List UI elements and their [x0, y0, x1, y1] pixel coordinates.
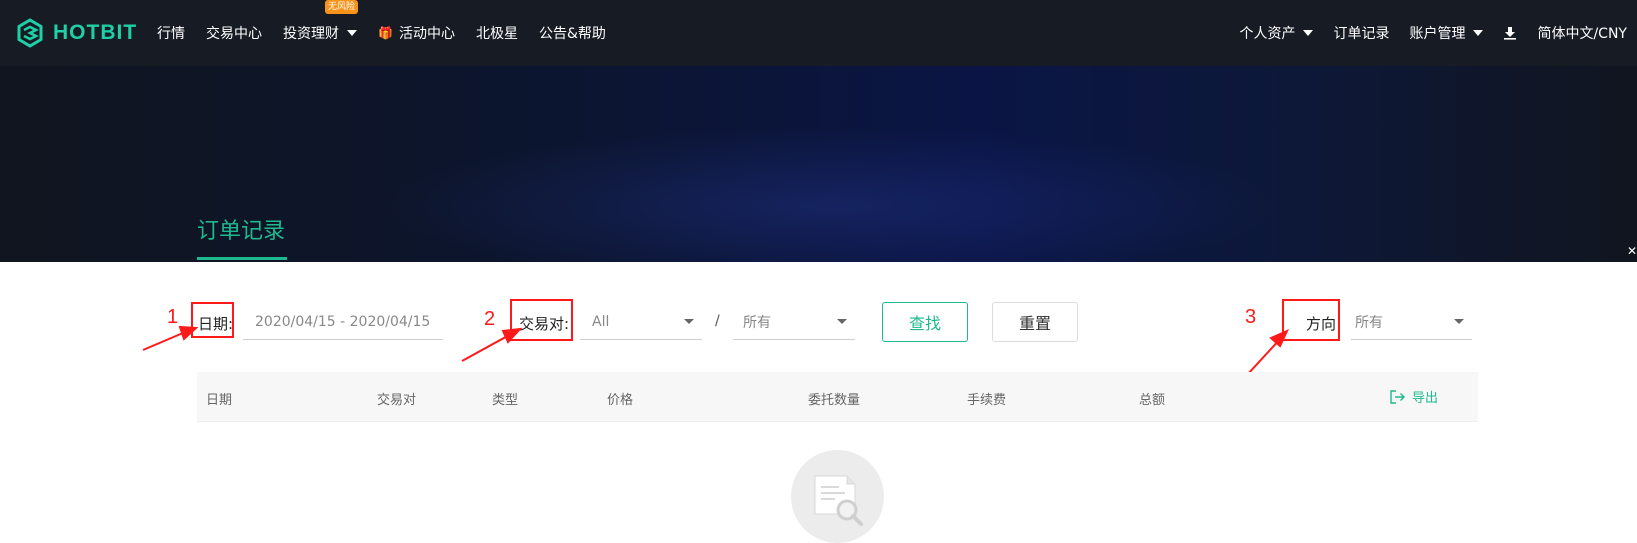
col-trading-pair: 交易对	[377, 393, 417, 408]
annotation-box-3	[1282, 299, 1340, 341]
annotation-number-3: 3	[1245, 306, 1257, 328]
nav-investment-label: 投资理财	[283, 26, 339, 42]
annotation-arrow-1	[142, 329, 191, 351]
page-banner: 订单记录 ✕	[0, 66, 1637, 262]
nav-activity-center-label: 活动中心	[398, 26, 455, 42]
nav-polaris[interactable]: 北极星	[476, 23, 518, 43]
col-fee: 手续费	[967, 393, 1007, 408]
nav-trade-center[interactable]: 交易中心	[206, 23, 262, 43]
banner-glow	[380, 126, 1280, 262]
main-menu: 行情 交易中心 无风险 投资理财 🎁 活动中心 北极星 公告&帮助	[157, 0, 627, 66]
gift-icon: 🎁	[378, 26, 393, 40]
top-navigation: HOTBIT 行情 交易中心 无风险 投资理财 🎁 活动中心 北极星 公告&帮助…	[0, 0, 1637, 66]
nav-account-management[interactable]: 账户管理	[1409, 23, 1484, 43]
chevron-down-icon	[1473, 30, 1484, 36]
risk-free-badge: 无风险	[325, 0, 359, 14]
nav-polaris-label: 北极星	[475, 26, 518, 42]
direction-value: 所有	[1355, 314, 1383, 331]
nav-investment[interactable]: 无风险 投资理财	[283, 0, 359, 43]
col-type: 类型	[492, 393, 519, 408]
chevron-down-icon	[1303, 30, 1314, 36]
nav-activity-center[interactable]: 🎁 活动中心	[378, 23, 455, 43]
annotation-number-1: 1	[167, 306, 179, 328]
language-currency-selector[interactable]: 简体中文/CNY	[1537, 23, 1627, 43]
chevron-down-icon	[1454, 319, 1464, 324]
no-data-search-icon	[814, 475, 863, 526]
download-icon[interactable]	[1503, 26, 1517, 40]
col-order-quantity: 委托数量	[808, 393, 861, 408]
nav-trade-center-label: 交易中心	[206, 26, 262, 42]
hotbit-logo-icon	[17, 18, 43, 48]
page-title: 订单记录	[197, 219, 286, 244]
nav-announcement-help-label: 公告&帮助	[538, 26, 606, 42]
base-pair-value: All	[592, 313, 610, 330]
annotation-arrow-2	[461, 332, 514, 362]
quote-pair-select[interactable]: 所有	[733, 304, 855, 340]
brand-name: HOTBIT	[53, 21, 138, 44]
empty-state-illustration	[791, 450, 884, 543]
orders-table-header: 日期 交易对 类型 价格 委托数量 手续费 总额 导出	[197, 372, 1478, 422]
col-date: 日期	[206, 393, 233, 408]
nav-personal-assets[interactable]: 个人资产	[1239, 23, 1314, 43]
chevron-down-icon	[837, 319, 847, 324]
annotation-box-2	[510, 299, 573, 341]
search-button[interactable]: 查找	[882, 302, 968, 342]
title-underline	[197, 257, 287, 260]
col-price: 价格	[607, 393, 634, 408]
base-pair-select[interactable]: All	[580, 304, 702, 340]
export-label: 导出	[1411, 391, 1438, 406]
nav-market[interactable]: 行情	[157, 23, 185, 43]
nav-account-management-label: 账户管理	[1409, 26, 1466, 42]
language-currency-label: 简体中文/CNY	[1537, 26, 1627, 42]
pair-separator: /	[715, 313, 720, 329]
nav-announcement-help[interactable]: 公告&帮助	[539, 23, 606, 43]
nav-market-label: 行情	[157, 26, 185, 42]
date-range-value: 2020/04/15 - 2020/04/15	[255, 313, 431, 330]
export-icon	[1390, 389, 1405, 404]
direction-select[interactable]: 所有	[1351, 304, 1472, 340]
chevron-down-icon	[347, 30, 357, 36]
nav-order-records[interactable]: 订单记录	[1333, 23, 1389, 43]
date-range-input[interactable]: 2020/04/15 - 2020/04/15	[243, 304, 443, 340]
export-button[interactable]: 导出	[1388, 387, 1438, 406]
annotation-number-2: 2	[484, 308, 496, 330]
annotation-box-1	[191, 302, 234, 338]
nav-personal-assets-label: 个人资产	[1239, 26, 1296, 42]
close-icon[interactable]: ✕	[1627, 244, 1637, 258]
reset-button[interactable]: 重置	[992, 302, 1078, 342]
col-total: 总额	[1139, 393, 1166, 408]
chevron-down-icon	[684, 319, 694, 324]
quote-pair-value: 所有	[743, 314, 771, 331]
nav-order-records-label: 订单记录	[1333, 26, 1390, 42]
user-menu: 个人资产 订单记录 账户管理 简体中文/CNY	[1219, 0, 1627, 66]
hotbit-logo[interactable]: HOTBIT	[15, 17, 137, 49]
